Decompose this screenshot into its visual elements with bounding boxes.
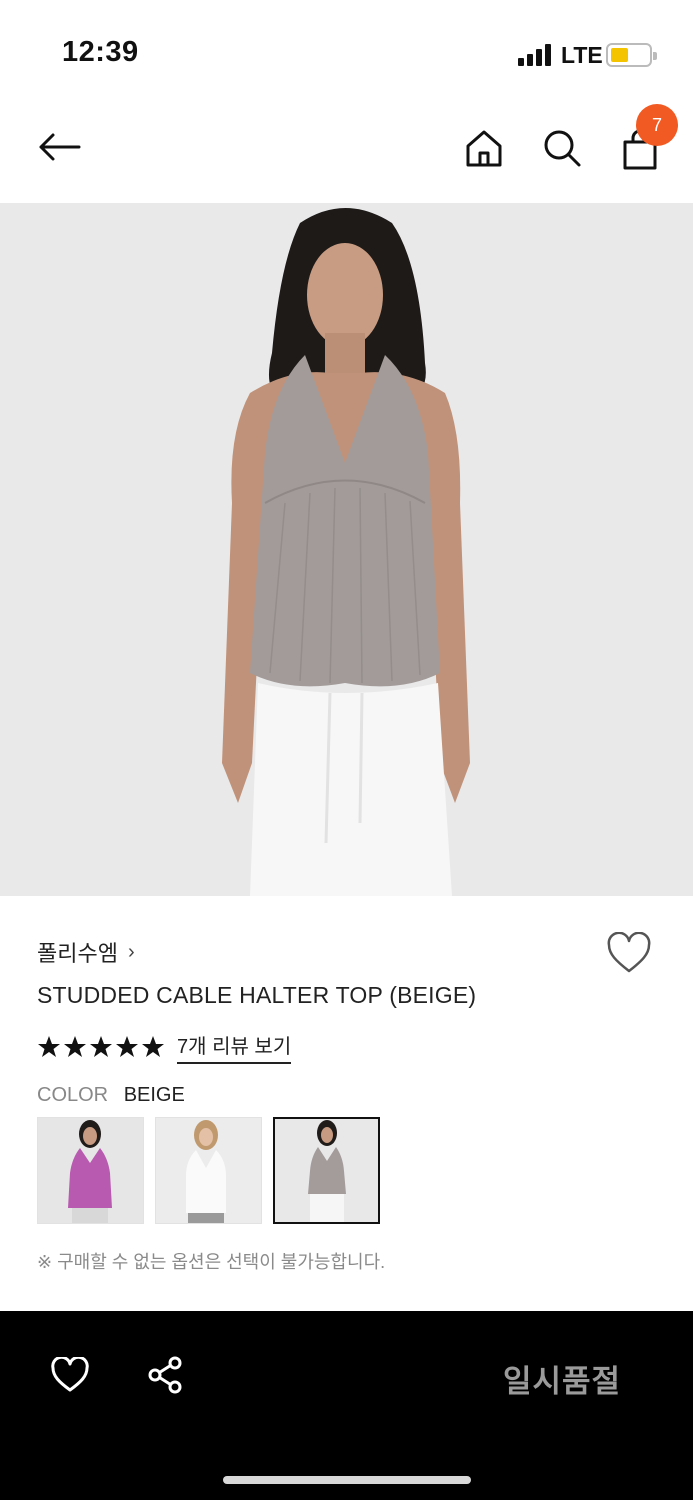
color-row: COLOR BEIGE xyxy=(37,1084,185,1107)
star-icon xyxy=(142,1036,164,1057)
share-icon xyxy=(148,1356,182,1394)
share-button[interactable] xyxy=(137,1347,193,1403)
swatch-white[interactable] xyxy=(155,1117,262,1224)
arrow-left-icon xyxy=(39,133,81,161)
bottom-action-bar xyxy=(0,1311,693,1500)
wishlist-button[interactable] xyxy=(606,931,654,978)
swatch-image xyxy=(275,1119,378,1222)
search-button[interactable] xyxy=(538,124,586,172)
status-bar: 12:39 LTE xyxy=(0,0,693,100)
product-image[interactable] xyxy=(0,203,693,896)
brand-link[interactable]: 폴리수엠 › xyxy=(37,936,135,968)
color-label: COLOR xyxy=(37,1084,109,1106)
cart-count-badge: 7 xyxy=(636,104,678,146)
sold-out-label: 일시품절 xyxy=(503,1364,622,1399)
heart-icon xyxy=(607,931,651,973)
star-icon xyxy=(64,1036,86,1057)
star-icon xyxy=(38,1036,60,1057)
bottom-wishlist-button[interactable] xyxy=(42,1347,98,1403)
color-swatches xyxy=(37,1117,380,1224)
product-title: STUDDED CABLE HALTER TOP (BEIGE) xyxy=(37,982,477,1008)
battery-icon xyxy=(606,43,657,67)
search-icon xyxy=(544,130,581,167)
swatch-pink[interactable] xyxy=(37,1117,144,1224)
rating-stars xyxy=(37,1035,165,1059)
heart-icon xyxy=(51,1357,89,1392)
rating-row: 7개 리뷰 보기 xyxy=(37,1030,292,1064)
network-label: LTE xyxy=(561,42,603,68)
home-icon xyxy=(466,130,502,167)
swatch-image xyxy=(156,1118,261,1223)
home-indicator[interactable] xyxy=(223,1476,471,1484)
brand-name: 폴리수엠 xyxy=(37,941,118,966)
status-time: 12:39 xyxy=(62,36,139,68)
product-photo xyxy=(0,203,693,896)
star-icon xyxy=(116,1036,138,1057)
home-button[interactable] xyxy=(460,124,508,172)
option-notice: ※ 구매할 수 없는 옵션은 선택이 불가능합니다. xyxy=(37,1252,386,1272)
swatch-image xyxy=(38,1118,143,1223)
review-link[interactable]: 7개 리뷰 보기 xyxy=(177,1030,292,1064)
signal-icon xyxy=(518,44,554,66)
swatch-beige[interactable] xyxy=(273,1117,380,1224)
chevron-right-icon: › xyxy=(127,940,135,963)
star-icon xyxy=(90,1036,112,1057)
top-nav xyxy=(0,100,693,203)
back-button[interactable] xyxy=(35,123,83,171)
color-value: BEIGE xyxy=(123,1084,185,1106)
